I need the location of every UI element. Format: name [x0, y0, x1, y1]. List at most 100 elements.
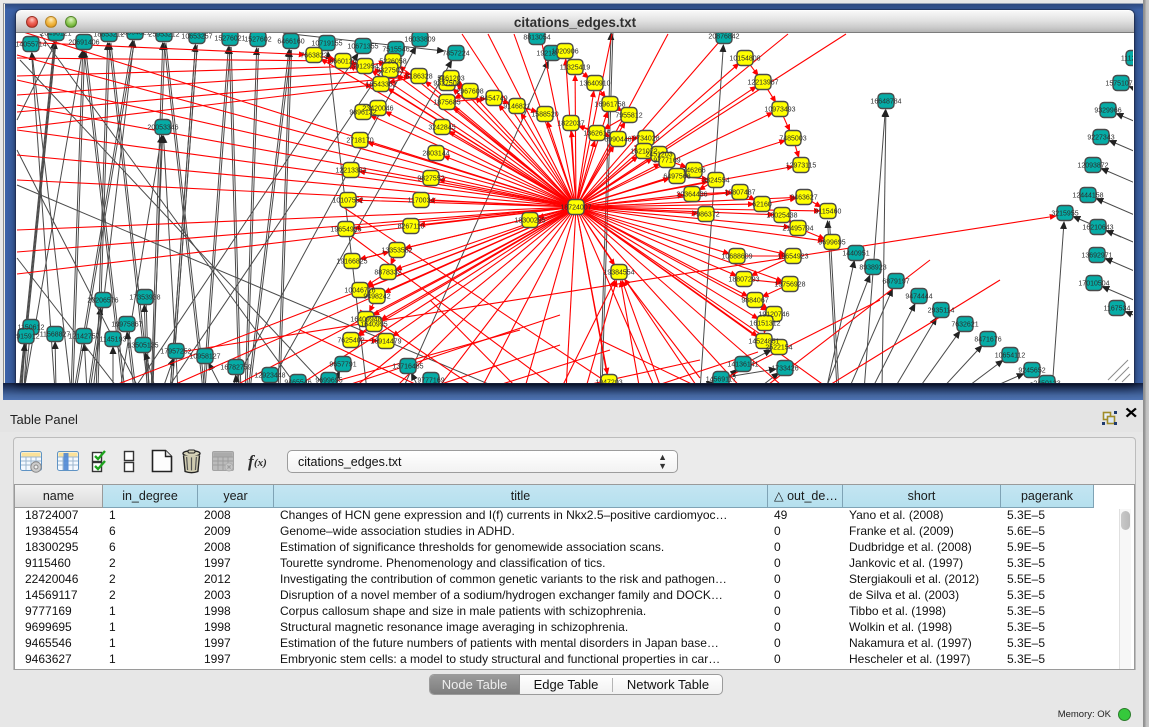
svg-text:19654925: 19654925: [330, 226, 361, 233]
svg-text:16648784: 16648784: [870, 98, 901, 105]
svg-text:10653257: 10653257: [181, 33, 212, 40]
svg-text:8878332: 8878332: [374, 269, 401, 276]
svg-text:8267110: 8267110: [398, 223, 425, 230]
svg-text:9329966: 9329966: [1094, 107, 1121, 114]
svg-text:20364436: 20364436: [676, 191, 707, 198]
svg-text:16914479: 16914479: [370, 338, 401, 345]
svg-text:10688609: 10688609: [721, 253, 752, 260]
svg-text:1440951: 1440951: [842, 250, 869, 257]
svg-text:12973115: 12973115: [786, 162, 817, 169]
svg-text:7955812: 7955812: [615, 112, 642, 119]
svg-text:10107552: 10107552: [332, 197, 363, 204]
svg-text:6466160: 6466160: [277, 38, 304, 45]
svg-text:2935114: 2935114: [928, 307, 955, 314]
svg-text:20206576: 20206576: [87, 297, 118, 304]
svg-text:9146821: 9146821: [503, 103, 530, 110]
svg-text:16961758: 16961758: [594, 101, 625, 108]
svg-text:17957252: 17957252: [160, 348, 191, 355]
svg-text:15751074: 15751074: [1105, 80, 1133, 87]
svg-text:9699695: 9699695: [315, 377, 342, 383]
svg-text:11568827: 11568827: [40, 331, 71, 338]
svg-text:19756928: 19756928: [774, 281, 805, 288]
svg-text:3824554: 3824554: [702, 177, 729, 184]
svg-text:12213967: 12213967: [747, 79, 778, 86]
svg-text:12444158: 12444158: [1072, 192, 1103, 199]
svg-text:9463627: 9463627: [790, 194, 817, 201]
svg-text:10154808: 10154808: [729, 55, 760, 62]
svg-text:18300295: 18300295: [514, 217, 545, 224]
svg-text:2967608: 2967608: [456, 88, 483, 95]
svg-text:16782759: 16782759: [220, 364, 251, 371]
svg-text:1640995: 1640995: [360, 321, 387, 328]
svg-text:3242845: 3242845: [428, 124, 455, 131]
svg-text:3912954: 3912954: [351, 63, 378, 70]
svg-text:9327503: 9327503: [376, 67, 403, 74]
svg-text:20691406: 20691406: [68, 39, 99, 46]
svg-text:2803144: 2803144: [422, 150, 449, 157]
svg-text:6879197: 6879197: [882, 278, 909, 285]
svg-text:7857224: 7857224: [442, 50, 469, 57]
svg-text:12142757: 12142757: [68, 333, 99, 340]
svg-text:(x): (x): [254, 457, 267, 469]
svg-text:20053346: 20053346: [147, 124, 178, 131]
svg-text:10719155: 10719155: [311, 40, 342, 47]
svg-text:14055714: 14055714: [16, 41, 47, 48]
svg-text:1145193: 1145193: [100, 336, 127, 343]
svg-text:62160: 62160: [752, 201, 772, 208]
svg-text:9734028: 9734028: [632, 135, 659, 142]
svg-text:19384554: 19384554: [603, 269, 634, 276]
svg-text:9884067: 9884067: [741, 297, 768, 304]
svg-text:8454749: 8454749: [480, 95, 507, 102]
svg-text:3915912: 3915912: [16, 333, 40, 340]
svg-text:21495794: 21495794: [782, 225, 813, 232]
svg-text:7485003: 7485003: [779, 135, 806, 142]
svg-text:8813054: 8813054: [523, 34, 550, 41]
svg-text:1822037: 1822037: [557, 120, 584, 127]
svg-text:19654923: 19654923: [777, 253, 808, 260]
svg-text:2718170: 2718170: [346, 137, 373, 144]
svg-text:9498242: 9498242: [363, 293, 390, 300]
svg-text:1167534: 1167534: [1104, 305, 1131, 312]
svg-text:7663822: 7663822: [300, 52, 327, 59]
svg-text:20496121: 20496121: [40, 33, 71, 37]
svg-text:10025438: 10025438: [766, 212, 797, 219]
svg-text:16543362: 16543362: [365, 81, 396, 88]
svg-text:16151312: 16151312: [749, 320, 780, 327]
svg-text:9115460: 9115460: [815, 208, 842, 215]
svg-text:2522154: 2522154: [765, 344, 792, 351]
svg-text:9896132: 9896132: [349, 109, 376, 116]
svg-text:19975867: 19975867: [111, 321, 142, 328]
svg-text:1170034: 1170034: [408, 197, 435, 204]
svg-text:10958127: 10958127: [189, 353, 220, 360]
svg-text:9474444: 9474444: [905, 293, 932, 300]
svg-text:8471676: 8471676: [974, 336, 1001, 343]
svg-text:7632621: 7632621: [951, 321, 978, 328]
svg-text:18724007: 18724007: [560, 204, 591, 211]
svg-text:1947203: 1947203: [595, 379, 622, 383]
svg-text:1020906: 1020906: [551, 48, 578, 55]
svg-text:9465546: 9465546: [284, 379, 311, 383]
svg-text:11325419: 11325419: [560, 64, 591, 71]
svg-text:8990448: 8990448: [604, 136, 631, 143]
svg-text:13353582: 13353582: [381, 247, 412, 254]
svg-text:14569117: 14569117: [706, 376, 737, 383]
svg-text:9657791: 9657791: [329, 361, 356, 368]
svg-text:1150612: 1150612: [18, 324, 45, 331]
svg-text:3215955: 3215955: [1051, 210, 1078, 217]
svg-text:10973493: 10973493: [764, 106, 795, 113]
svg-text:14136141: 14136141: [727, 361, 758, 368]
svg-text:12093872: 12093872: [1077, 162, 1108, 169]
svg-text:9777169: 9777169: [653, 157, 680, 164]
svg-text:19564321: 19564321: [119, 33, 150, 36]
svg-text:12923448: 12923448: [254, 372, 285, 379]
svg-text:7986372: 7986372: [692, 211, 719, 218]
svg-text:16210643: 16210643: [1082, 224, 1113, 231]
svg-text:19166825: 19166825: [336, 258, 367, 265]
svg-text:10807487: 10807487: [724, 189, 755, 196]
svg-text:9245652: 9245652: [1018, 367, 1045, 374]
svg-text:12213383: 12213383: [335, 167, 366, 174]
svg-text:2450123: 2450123: [1033, 380, 1060, 383]
svg-text:9227343: 9227343: [1087, 134, 1114, 141]
svg-text:9699695: 9699695: [818, 239, 845, 246]
svg-text:13505135: 13505135: [127, 342, 158, 349]
